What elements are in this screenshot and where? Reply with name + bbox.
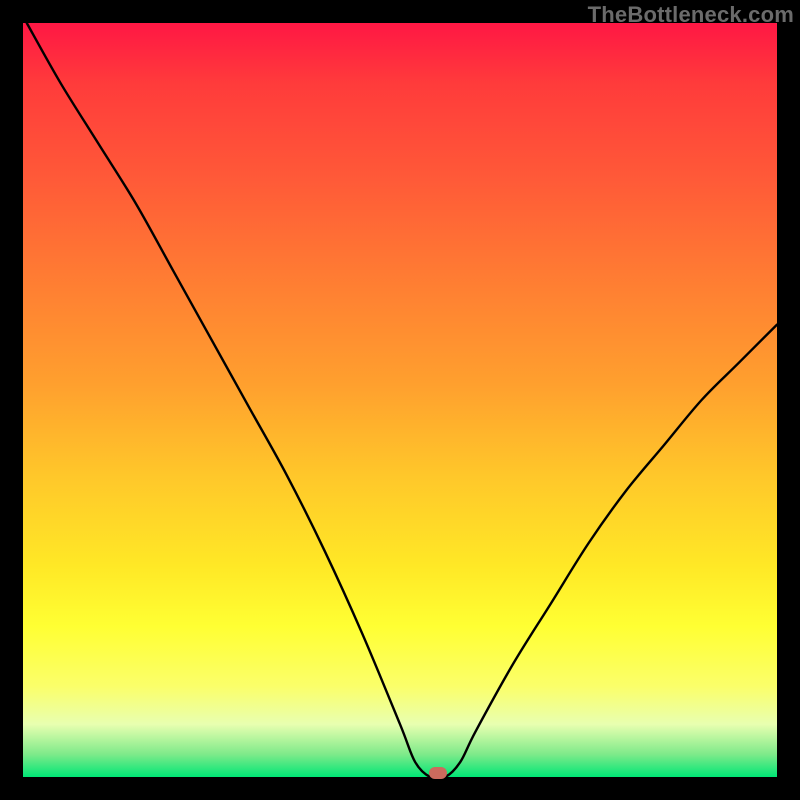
bottleneck-curve xyxy=(23,23,777,777)
chart-frame: TheBottleneck.com xyxy=(0,0,800,800)
watermark-text: TheBottleneck.com xyxy=(588,2,794,28)
chart-plot-area xyxy=(23,23,777,777)
optimal-point-marker xyxy=(429,767,447,779)
